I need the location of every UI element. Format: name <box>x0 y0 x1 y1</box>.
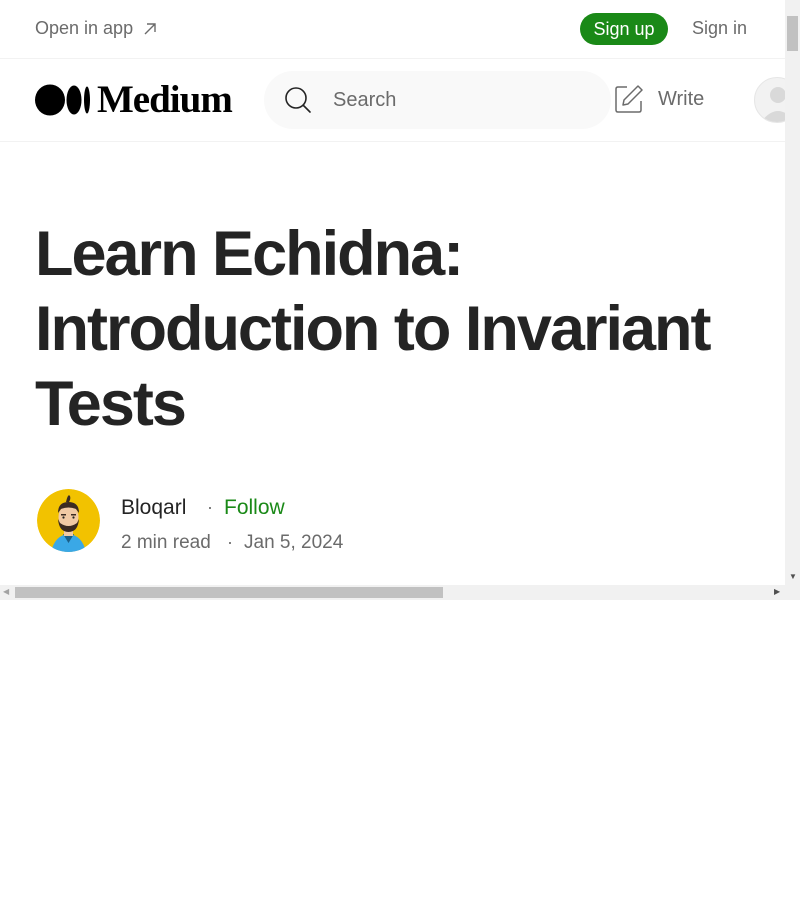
author-portrait-icon <box>37 489 100 552</box>
meta-separator: · <box>207 497 213 517</box>
read-time: 2 min read <box>121 532 211 553</box>
site-header: Medium Write <box>0 59 800 142</box>
horizontal-scroll-thumb[interactable] <box>15 587 443 598</box>
author-name[interactable]: Bloqarl <box>121 496 186 520</box>
write-button[interactable]: Write <box>614 84 704 114</box>
article-title: Learn Echidna: Introduction to Invariant… <box>35 219 711 439</box>
medium-logo-icon <box>35 84 90 116</box>
write-icon <box>615 85 643 113</box>
scroll-left-arrow-icon[interactable]: ◀ <box>3 588 9 596</box>
follow-button[interactable]: Follow <box>224 496 285 520</box>
scroll-down-arrow-icon[interactable]: ▼ <box>789 573 797 581</box>
logo-wordmark: Medium <box>97 78 233 121</box>
scrollbar-corner <box>785 585 800 600</box>
open-in-app-label: Open in app <box>35 18 134 38</box>
author-avatar[interactable] <box>37 489 100 552</box>
open-in-app-link[interactable]: Open in app <box>35 18 159 39</box>
browser-viewport: Open in app Sign up Sign in Medium Searc… <box>0 0 800 600</box>
vertical-scroll-thumb[interactable] <box>787 16 798 51</box>
meta-separator: · <box>227 532 233 552</box>
sign-in-link[interactable]: Sign in <box>692 18 747 39</box>
horizontal-scrollbar[interactable]: ◀ ▶ <box>0 585 785 600</box>
publish-date: Jan 5, 2024 <box>244 532 344 553</box>
arrow-up-right-icon <box>144 22 156 34</box>
vertical-scrollbar[interactable]: ▼ <box>785 0 800 585</box>
search-icon <box>285 87 311 113</box>
medium-logo[interactable]: Medium <box>35 78 233 121</box>
write-label: Write <box>658 87 705 110</box>
search-box[interactable] <box>264 71 611 129</box>
sign-up-button[interactable]: Sign up <box>580 13 668 45</box>
scroll-right-arrow-icon[interactable]: ▶ <box>774 588 780 596</box>
top-banner: Open in app Sign up Sign in <box>0 0 785 59</box>
search-input[interactable] <box>333 88 583 112</box>
